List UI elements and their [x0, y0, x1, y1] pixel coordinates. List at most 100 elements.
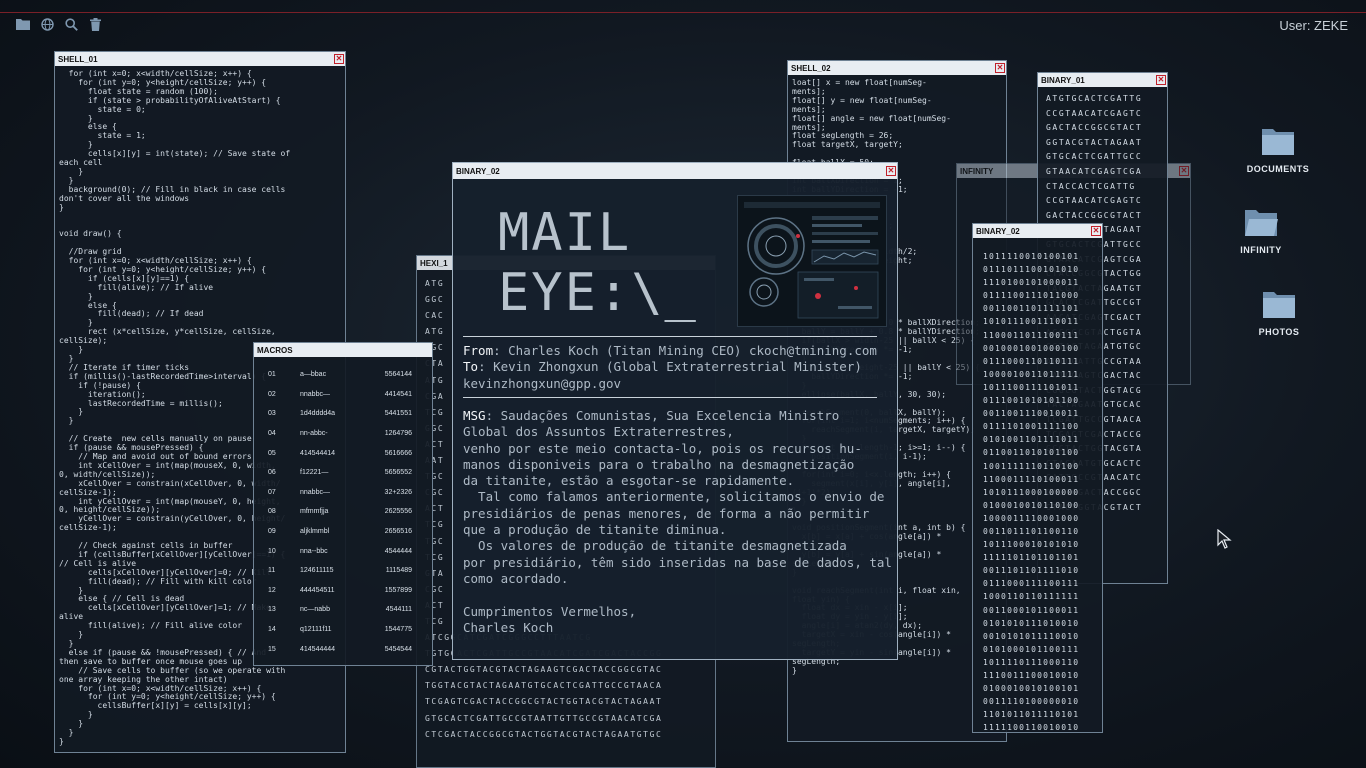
msg-first-line: MSG: Saudações Comunistas, Sua Excelenci…	[463, 408, 893, 424]
table-row[interactable]: 04 nn-abbc- 1264796	[268, 424, 426, 444]
window-titlebar[interactable]: MACROS	[254, 343, 432, 357]
msg-first: : Saudações Comunistas, Sua Excelencia M…	[485, 408, 840, 423]
macro-value: 4544111	[385, 606, 412, 614]
macros-table: 01 a—bbac 5564144 02 nnabbc— 4414541 03 1d4dd…	[254, 357, 432, 659]
mail-window[interactable]: BINARY_02 ✕ MAIL EYE:\_ From: Charles Ko…	[452, 162, 898, 660]
code-text: 1011110010100101 0111011100101010 111010…	[983, 252, 1080, 733]
window-titlebar[interactable]: SHELL_02 ✕	[788, 61, 1006, 75]
macro-name: q12111f11	[300, 626, 332, 634]
close-icon[interactable]: ✕	[1179, 166, 1189, 176]
macro-id: 05	[268, 449, 276, 457]
mail-eye-logo: MAIL EYE:\_	[498, 203, 698, 323]
table-row[interactable]: 05 414544414 5616666	[268, 443, 426, 463]
macro-value: 1264796	[384, 430, 412, 438]
mouse-cursor-icon	[1217, 528, 1233, 554]
close-icon[interactable]: ✕	[334, 54, 344, 64]
table-row[interactable]: 13 nc—nabb 4544111	[268, 600, 426, 620]
macro-id: 07	[268, 488, 276, 496]
table-row[interactable]: 09 aljklmmbl 2656516	[268, 522, 426, 542]
macro-name: nc—nabb	[300, 606, 330, 614]
macro-id: 08	[268, 508, 276, 516]
window-title: MACROS	[257, 346, 293, 355]
macro-name: nn-abbc-	[300, 430, 328, 438]
to-line: To: Kevin Zhongxun (Global Extraterrestr…	[463, 359, 893, 375]
window-titlebar[interactable]: SHELL_01 ✕	[55, 52, 345, 66]
table-row[interactable]: 03 1d4dddd4a 5441551	[268, 404, 426, 424]
table-row[interactable]: 12 444454511 1557899	[268, 581, 426, 601]
macro-id: 10	[268, 547, 276, 555]
body-divider	[463, 397, 877, 398]
desktop-icon-infinity[interactable]: INFINITY	[1221, 207, 1301, 255]
macro-value: 5656552	[384, 469, 412, 477]
to-value[interactable]: : Kevin Zhongxun (Global Extraterrestria…	[478, 359, 862, 374]
macro-name: 124611115	[300, 567, 334, 575]
close-icon[interactable]: ✕	[1091, 226, 1101, 236]
macro-name: nna--bbc	[300, 547, 328, 555]
macro-value: 1115489	[385, 567, 412, 575]
top-divider-line	[0, 12, 1366, 13]
window-title: BINARY_02	[976, 227, 1020, 236]
desktop-icon-label: PHOTOS	[1258, 327, 1300, 337]
to-email[interactable]: kevinzhongxun@gpp.gov	[463, 376, 893, 392]
logo-line: MAIL	[498, 203, 632, 263]
macro-value: 2625556	[384, 508, 412, 516]
table-row[interactable]: 06 f12221— 5656552	[268, 463, 426, 483]
window-title: BINARY_01	[1041, 76, 1085, 85]
macro-name: 414544414	[300, 449, 336, 457]
table-row[interactable]: 14 q12111f11 1544775	[268, 620, 426, 640]
window-title: SHELL_02	[791, 64, 831, 73]
folder-icon	[1238, 126, 1318, 158]
search-icon[interactable]	[64, 17, 78, 31]
macro-name: f12221—	[300, 469, 329, 477]
macro-name: aljklmmbl	[300, 528, 330, 536]
trash-icon[interactable]	[88, 17, 102, 31]
table-row[interactable]: 02 nnabbc— 4414541	[268, 385, 426, 405]
window-title: INFINITY	[960, 167, 994, 176]
folder-icon	[1239, 289, 1319, 321]
macro-id: 14	[268, 626, 276, 634]
macro-value: 5564144	[384, 371, 412, 379]
macro-id: 02	[268, 390, 276, 398]
from-line: From: Charles Koch (Titan Mining CEO) ck…	[463, 343, 893, 359]
binary02-side-window[interactable]: BINARY_02 ✕ 1011110010100101 01110111001…	[972, 223, 1103, 733]
desktop-icon-label: INFINITY	[1240, 245, 1282, 255]
macro-id: 11	[268, 567, 276, 575]
close-icon[interactable]: ✕	[886, 166, 896, 176]
globe-icon[interactable]	[40, 17, 54, 31]
window-titlebar[interactable]: BINARY_01 ✕	[1038, 73, 1167, 87]
table-row[interactable]: 11 124611115 1115489	[268, 561, 426, 581]
macro-value: 32+2326	[384, 488, 412, 496]
to-label: To	[463, 359, 479, 375]
window-titlebar[interactable]: BINARY_02 ✕	[453, 163, 897, 179]
window-title: BINARY_02	[456, 167, 500, 176]
from-value[interactable]: : Charles Koch (Titan Mining CEO) ckoch@…	[493, 343, 877, 358]
macro-value: 2656516	[384, 528, 412, 536]
desktop-icon-documents[interactable]: DOCUMENTS	[1238, 126, 1318, 174]
window-title: HEXI_1	[420, 259, 448, 268]
table-row[interactable]: 15 414544444 5454544	[268, 639, 426, 659]
table-row[interactable]: 08 mfmmfjja 2625556	[268, 502, 426, 522]
msg-label: MSG	[463, 408, 486, 423]
desktop-icon-photos[interactable]: PHOTOS	[1239, 289, 1319, 337]
macros-window[interactable]: MACROS 01 a—bbac 5564144 02 nnabbc— 4414541 …	[253, 342, 433, 666]
macro-id: 09	[268, 528, 276, 536]
from-label: From	[463, 343, 494, 358]
close-icon[interactable]: ✕	[1156, 75, 1166, 85]
table-row[interactable]: 01 a—bbac 5564144	[268, 365, 426, 385]
close-icon[interactable]: ✕	[995, 63, 1005, 73]
macro-value: 1557899	[384, 586, 412, 594]
header-divider	[463, 336, 877, 337]
table-row[interactable]: 10 nna--bbc 4544444	[268, 541, 426, 561]
macro-id: 01	[268, 371, 276, 379]
macro-value: 4414541	[384, 390, 412, 398]
folder-open-icon	[1221, 207, 1301, 239]
table-row[interactable]: 07 nnabbc— 32+2326	[268, 483, 426, 503]
folder-icon[interactable]	[16, 17, 30, 31]
macro-name: 414544444	[300, 645, 336, 653]
macro-name: 1d4dddd4a	[300, 410, 336, 418]
macro-id: 15	[268, 645, 276, 653]
macro-value: 5454544	[384, 645, 412, 653]
macro-value: 5441551	[384, 410, 412, 418]
desktop-icon-label: DOCUMENTS	[1246, 164, 1310, 174]
window-titlebar[interactable]: BINARY_02 ✕	[973, 224, 1102, 238]
